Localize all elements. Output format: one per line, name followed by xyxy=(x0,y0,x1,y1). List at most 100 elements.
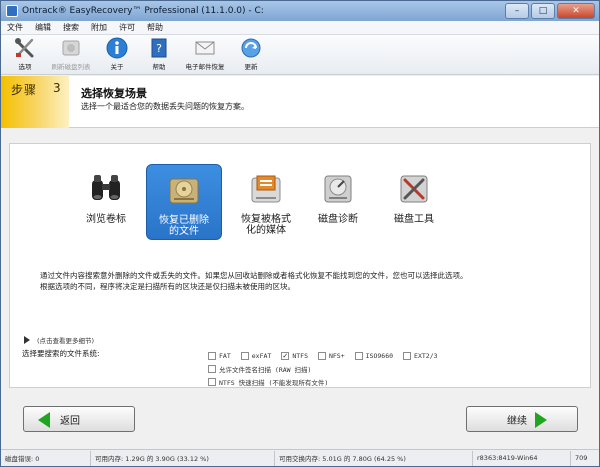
step-label: 步骤 xyxy=(11,83,38,97)
maximize-button[interactable]: □ xyxy=(531,3,555,19)
envelope-icon xyxy=(194,37,216,59)
status-bar: 磁盘错误: 0 可用内存: 1.29G 的 3.90G (33.12 %) 可用… xyxy=(1,449,599,466)
scenario-recover-deleted-files[interactable]: 恢复已删除 的文件 xyxy=(146,164,222,240)
back-arrow-icon xyxy=(38,412,50,428)
scenario-description: 通过文件内容搜索意外删除的文件或丢失的文件。如果您从回收站删除或者格式化恢复不能… xyxy=(40,270,580,292)
scenario-disk-tools-label: 磁盘工具 xyxy=(394,214,434,225)
minimize-button[interactable]: – xyxy=(505,3,529,19)
help-button[interactable]: ? 帮助 xyxy=(138,35,180,73)
scenario-recover-formatted-media[interactable]: 恢复被格式 化的媒体 xyxy=(228,164,304,240)
expand-arrow-icon xyxy=(24,336,30,344)
checkbox-label: NTFS xyxy=(292,351,308,360)
back-button-label: 返回 xyxy=(60,415,80,427)
checkbox-fat[interactable]: FAT xyxy=(208,351,231,360)
app-icon xyxy=(6,5,18,17)
checkbox-label: NFS+ xyxy=(328,351,345,360)
menu-license[interactable]: 许可 xyxy=(113,22,141,33)
checkbox-label: NTFS 快速扫描 (不能发现所有文件) xyxy=(219,378,329,387)
toolbar: 选项 刷新磁盘列表 关于 ? 帮助 电子邮件恢复 更新 xyxy=(1,35,599,75)
checkbox-label: EXT2/3 xyxy=(414,351,438,360)
info-icon xyxy=(106,37,128,59)
title-bar[interactable]: Ontrack® EasyRecovery™ Professional (11.… xyxy=(1,1,599,21)
menu-help[interactable]: 帮助 xyxy=(141,22,169,33)
menu-edit[interactable]: 编辑 xyxy=(29,22,57,33)
checkbox-box xyxy=(317,351,326,360)
filesystem-label: 选择要搜索的文件系统: xyxy=(22,349,100,358)
email-recovery-label: 电子邮件恢复 xyxy=(185,63,225,71)
step-title: 选择恢复场景 xyxy=(81,87,147,100)
step-header: 步骤 3 选择恢复场景 选择一个最适合您的数据丢失问题的恢复方案。 xyxy=(1,76,599,128)
menu-addons[interactable]: 附加 xyxy=(85,22,113,33)
window-controls: – □ ✕ xyxy=(503,3,595,19)
checkbox-label: 允许文件签名扫描 (RAW 扫描) xyxy=(219,365,312,374)
checkbox-nfs-plus[interactable]: NFS+ xyxy=(317,351,345,360)
step-badge: 步骤 3 xyxy=(1,76,69,128)
checkbox-box xyxy=(354,351,363,360)
options-button[interactable]: 选项 xyxy=(4,35,46,73)
scenario-label-line1: 磁盘工具 xyxy=(394,214,434,225)
back-button[interactable]: 返回 xyxy=(23,406,135,432)
svg-text:?: ? xyxy=(156,42,162,55)
disk-diagnostics-icon xyxy=(318,168,358,208)
scenario-browse-volume[interactable]: 浏览卷标 xyxy=(68,164,144,240)
scenario-label-line1: 恢复已删除 xyxy=(159,215,209,226)
scenario-recover-formatted-media-label: 恢复被格式 化的媒体 xyxy=(241,214,291,236)
description-line1: 通过文件内容搜索意外删除的文件或丢失的文件。如果您从回收站删除或者格式化恢复不能… xyxy=(40,271,468,280)
close-button[interactable]: ✕ xyxy=(557,3,595,19)
status-memory: 可用内存: 1.29G 的 3.90G (33.12 %) xyxy=(91,450,275,466)
scenario-disk-tools[interactable]: 磁盘工具 xyxy=(376,164,452,240)
continue-arrow-icon xyxy=(535,412,547,428)
update-globe-icon xyxy=(240,37,262,59)
refresh-disk-list-label: 刷新磁盘列表 xyxy=(51,63,91,71)
tools-icon xyxy=(14,37,36,59)
checkbox-box xyxy=(403,351,412,360)
more-details-text: (点击查看更多细节) xyxy=(37,337,95,345)
checkbox-label: exFAT xyxy=(251,351,272,360)
status-build: r8363:8419-Win64 xyxy=(473,450,571,466)
scenario-disk-diagnostics-label: 磁盘诊断 xyxy=(318,214,358,225)
step-number: 3 xyxy=(53,81,61,95)
scenario-label-line1: 恢复被格式 xyxy=(241,214,291,225)
scenario-label-line2: 化的媒体 xyxy=(246,225,286,236)
checkbox-signature-scan[interactable]: 允许文件签名扫描 (RAW 扫描) xyxy=(208,364,311,374)
filesystem-options: FAT exFAT ✓ NTFS NFS+ ISO9660 EXT2/3 允许文件… xyxy=(208,349,448,388)
menu-bar: 文件 编辑 搜索 附加 许可 帮助 xyxy=(1,21,599,35)
scenario-panel: 浏览卷标 恢复已删除 的文件 恢复被格式 化的媒体 磁盘诊断 磁盘工具 通过文件… xyxy=(9,143,591,388)
app-window: Ontrack® EasyRecovery™ Professional (11.… xyxy=(0,0,600,467)
menu-file[interactable]: 文件 xyxy=(1,22,29,33)
scenario-label-line1: 磁盘诊断 xyxy=(318,214,358,225)
menu-search[interactable]: 搜索 xyxy=(57,22,85,33)
checkbox-box xyxy=(208,364,216,373)
scenario-recover-deleted-files-label: 恢复已删除 的文件 xyxy=(159,215,209,237)
more-details-toggle[interactable]: (点击查看更多细节) xyxy=(24,335,94,345)
continue-button-label: 继续 xyxy=(507,415,527,427)
checkbox-ntfs[interactable]: ✓ NTFS xyxy=(281,351,308,360)
checkbox-ext23[interactable]: EXT2/3 xyxy=(403,351,438,360)
checkbox-iso9660[interactable]: ISO9660 xyxy=(354,351,393,360)
status-disk-errors: 磁盘错误: 0 xyxy=(1,450,91,466)
about-label: 关于 xyxy=(110,63,124,71)
checkbox-box xyxy=(240,351,249,360)
status-code: 709 xyxy=(575,454,588,462)
checkbox-ntfs-quick-scan[interactable]: NTFS 快速扫描 (不能发现所有文件) xyxy=(208,377,328,387)
update-button[interactable]: 更新 xyxy=(230,35,272,73)
checkbox-label: FAT xyxy=(219,351,231,360)
scenario-label-line2: 的文件 xyxy=(169,226,199,237)
help-label: 帮助 xyxy=(152,63,166,71)
continue-button[interactable]: 继续 xyxy=(466,406,578,432)
disk-icon xyxy=(60,37,82,59)
help-book-icon: ? xyxy=(148,37,170,59)
step-subtitle: 选择一个最适合您的数据丢失问题的恢复方案。 xyxy=(81,102,249,111)
email-recovery-button[interactable]: 电子邮件恢复 xyxy=(180,35,230,73)
status-swap: 可用交换内存: 5.01G 的 7.80G (64.25 %) xyxy=(275,450,473,466)
filesystem-row: 允许文件签名扫描 (RAW 扫描) xyxy=(208,362,448,375)
scenario-disk-diagnostics[interactable]: 磁盘诊断 xyxy=(300,164,376,240)
checkbox-exfat[interactable]: exFAT xyxy=(240,351,272,360)
about-button[interactable]: 关于 xyxy=(96,35,138,73)
disk-tools-icon xyxy=(394,168,434,208)
window-title: Ontrack® EasyRecovery™ Professional (11.… xyxy=(22,6,264,16)
refresh-disk-list-button[interactable]: 刷新磁盘列表 xyxy=(46,35,96,73)
filesystem-row: FAT exFAT ✓ NTFS NFS+ ISO9660 EXT2/3 xyxy=(208,349,448,362)
deleted-files-drive-icon xyxy=(164,169,204,209)
check-mark-icon: ✓ xyxy=(281,351,290,360)
